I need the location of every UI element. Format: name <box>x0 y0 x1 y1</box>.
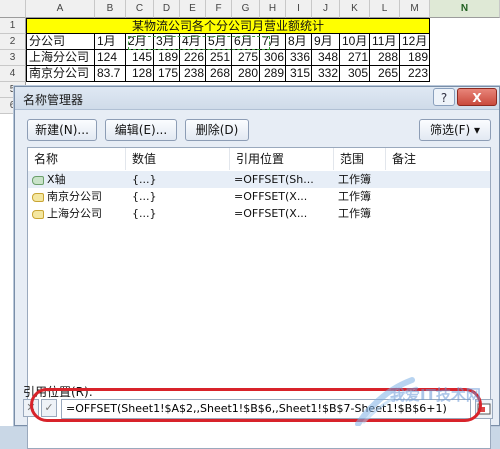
item-ref: =OFFSET(X... <box>234 207 308 220</box>
cell[interactable]: 315 <box>286 66 312 82</box>
cell[interactable]: 332 <box>312 66 340 82</box>
column-header-l[interactable]: L <box>370 0 400 18</box>
row-header-3[interactable]: 3 <box>0 50 26 66</box>
cell[interactable]: 12月 <box>400 34 430 50</box>
column-header-n[interactable]: N <box>430 0 500 18</box>
help-button[interactable]: ? <box>433 88 455 106</box>
cell[interactable]: 238 <box>180 66 206 82</box>
list-item[interactable]: 上海分公司 {...} =OFFSET(X... 工作簿 <box>28 205 490 222</box>
item-ref: =OFFSET(Sh... <box>234 173 314 186</box>
item-value: {...} <box>132 173 157 186</box>
column-header-k[interactable]: K <box>340 0 370 18</box>
column-header-f[interactable]: F <box>206 0 232 18</box>
item-name: 南京分公司 <box>47 190 102 203</box>
list-item[interactable]: 南京分公司 {...} =OFFSET(X... 工作簿 <box>28 188 490 205</box>
name-manager-dialog: 名称管理器 ? X 新建(N)... 编辑(E)... 删除(D) 筛选(F) … <box>14 86 500 449</box>
column-header-g[interactable]: G <box>232 0 260 18</box>
cell[interactable]: 280 <box>232 66 260 82</box>
cell[interactable]: 251 <box>206 50 232 66</box>
yellow-name-icon <box>32 209 44 219</box>
column-header-refers-to[interactable]: 引用位置 <box>230 148 334 170</box>
item-name: 上海分公司 <box>47 207 102 220</box>
cell[interactable]: 336 <box>286 50 312 66</box>
cell[interactable]: 8月 <box>286 34 312 50</box>
dialog-titlebar[interactable]: 名称管理器 ? X <box>15 87 499 110</box>
dialog-title: 名称管理器 <box>23 93 84 107</box>
item-scope: 工作簿 <box>338 173 371 186</box>
item-scope: 工作簿 <box>338 190 371 203</box>
cell[interactable]: 124 <box>95 50 126 66</box>
column-header-value[interactable]: 数值 <box>126 148 230 170</box>
cell[interactable]: 83.7 <box>95 66 126 82</box>
item-scope: 工作簿 <box>338 207 371 220</box>
cell[interactable]: 226 <box>180 50 206 66</box>
refers-to-input[interactable]: =OFFSET(Sheet1!$A$2,,Sheet1!$B$6,,Sheet1… <box>61 399 471 419</box>
green-name-icon <box>32 175 44 185</box>
copy-marquee <box>128 36 270 50</box>
cell[interactable]: 10月 <box>340 34 370 50</box>
cell[interactable]: 9月 <box>312 34 340 50</box>
cell[interactable]: 上海分公司 <box>26 50 95 66</box>
column-header-j[interactable]: J <box>312 0 340 18</box>
close-button[interactable]: X <box>457 88 497 106</box>
column-header-e[interactable]: E <box>180 0 206 18</box>
cell[interactable]: 271 <box>340 50 370 66</box>
cell[interactable]: 288 <box>370 50 400 66</box>
column-header-d[interactable]: D <box>154 0 180 18</box>
cell[interactable]: 348 <box>312 50 340 66</box>
column-header-name[interactable]: 名称 <box>28 148 126 170</box>
list-item[interactable]: X轴 {...} =OFFSET(Sh... 工作簿 <box>28 171 490 188</box>
edit-button[interactable]: 编辑(E)... <box>105 119 177 141</box>
item-ref: =OFFSET(X... <box>234 190 308 203</box>
cell[interactable]: 189 <box>154 50 180 66</box>
cell[interactable]: 289 <box>260 66 286 82</box>
delete-button[interactable]: 删除(D) <box>185 119 249 141</box>
column-header-h[interactable]: H <box>260 0 286 18</box>
range-select-icon <box>477 403 491 415</box>
cell[interactable]: 305 <box>340 66 370 82</box>
cell[interactable]: 南京分公司 <box>26 66 95 82</box>
cell[interactable]: 223 <box>400 66 430 82</box>
cell[interactable]: 1月 <box>95 34 126 50</box>
column-header-c[interactable]: C <box>126 0 154 18</box>
cell[interactable]: 275 <box>232 50 260 66</box>
cell[interactable]: 145 <box>126 50 154 66</box>
cell[interactable]: 268 <box>206 66 232 82</box>
yellow-name-icon <box>32 192 44 202</box>
collapse-dialog-button[interactable] <box>475 399 493 419</box>
column-header-a[interactable]: A <box>26 0 95 18</box>
cell[interactable]: 128 <box>126 66 154 82</box>
column-header-scope[interactable]: 范围 <box>334 148 386 170</box>
cell[interactable]: 306 <box>260 50 286 66</box>
row-header-1[interactable]: 1 <box>0 18 26 34</box>
column-header-b[interactable]: B <box>95 0 126 18</box>
cell[interactable]: 175 <box>154 66 180 82</box>
sheet-title-cell[interactable]: 某物流公司各个分公司月营业额统计 <box>26 18 430 34</box>
column-header-comment[interactable]: 备注 <box>386 148 490 170</box>
column-header-i[interactable]: I <box>286 0 312 18</box>
cell[interactable]: 分公司 <box>26 34 95 50</box>
new-button[interactable]: 新建(N)... <box>27 119 97 141</box>
row-header-2[interactable]: 2 <box>0 34 26 50</box>
refers-to-bar: ✕ ✓ =OFFSET(Sheet1!$A$2,,Sheet1!$B$6,,Sh… <box>23 399 493 421</box>
column-header-m[interactable]: M <box>400 0 430 18</box>
cell[interactable]: 189 <box>400 50 430 66</box>
cancel-edit-icon[interactable]: ✕ <box>23 399 39 417</box>
filter-button[interactable]: 筛选(F) ▾ <box>419 119 491 141</box>
row-header-4[interactable]: 4 <box>0 66 26 82</box>
refers-to-label: 引用位置(R): <box>23 385 93 399</box>
select-all-corner[interactable] <box>0 0 26 18</box>
cell[interactable]: 265 <box>370 66 400 82</box>
item-name: X轴 <box>47 173 66 186</box>
confirm-edit-icon[interactable]: ✓ <box>41 399 57 417</box>
item-value: {...} <box>132 207 157 220</box>
cell[interactable]: 11月 <box>370 34 400 50</box>
item-value: {...} <box>132 190 157 203</box>
